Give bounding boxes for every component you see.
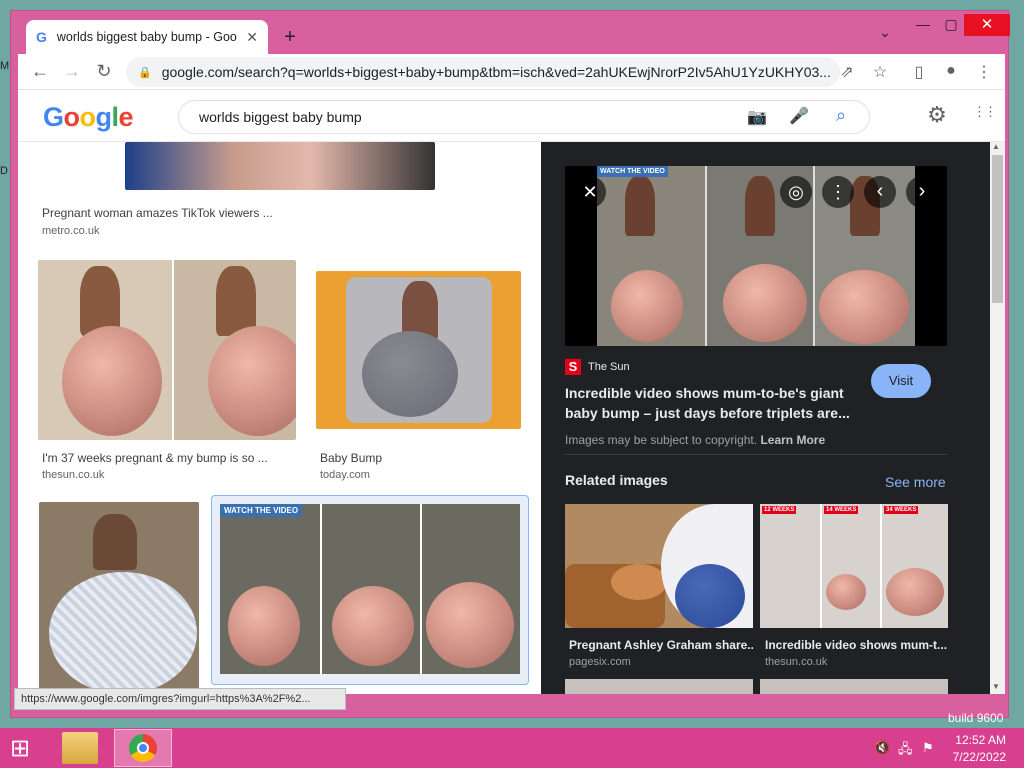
profile-icon[interactable]: ● [940,62,962,80]
image-preview-panel: WATCH THE VIDEO ✕ ◎ ⋮ ‹ › S The Sun Incr… [541,142,996,694]
watch-video-badge: WATCH THE VIDEO [220,504,303,517]
related-title[interactable]: Incredible video shows mum-t... [765,638,949,652]
settings-gear-icon[interactable]: ⚙ [926,102,948,128]
bookmark-star-icon[interactable]: ☆ [869,62,891,82]
new-tab-button[interactable]: + [279,26,301,49]
close-preview-icon[interactable]: ✕ [574,176,606,208]
browser-toolbar: ← → ↻ 🔒 google.com/search?q=worlds+bigge… [18,54,1005,90]
see-more-link[interactable]: See more [885,474,946,490]
panel-title-line2[interactable]: baby bump – just days before triplets ar… [565,405,850,421]
start-button[interactable]: ⊞ [10,734,30,763]
desktop-edge-text: M [0,60,10,72]
desktop-edge-text: D [0,165,8,177]
logo-letter: g [95,102,113,132]
close-window-button[interactable]: ✕ [964,14,1010,36]
more-options-icon[interactable]: ⋮ [822,176,854,208]
result-source[interactable]: thesun.co.uk [42,469,104,481]
google-logo[interactable]: Google [43,102,134,133]
related-source[interactable]: thesun.co.uk [765,656,827,668]
learn-more-link[interactable]: Learn More [760,433,825,447]
panel-title-line1[interactable]: Incredible video shows mum-to-be's giant [565,385,844,401]
share-icon[interactable]: ⇗ [836,62,858,82]
camera-icon[interactable]: 📷 [746,107,768,127]
apps-grid-icon[interactable]: ⋮⋮ [973,104,997,120]
search-query: worlds biggest baby bump [199,109,362,125]
search-icon[interactable]: ⌕ [830,105,852,126]
google-lens-icon[interactable]: ◎ [780,176,812,208]
result-image[interactable] [316,271,521,429]
build-watermark: build 9600 [948,711,1004,725]
scroll-down-arrow-icon[interactable]: ▼ [992,682,1000,691]
result-title[interactable]: I'm 37 weeks pregnant & my bump is so ..… [42,451,292,465]
file-explorer-icon[interactable] [62,732,98,764]
scrollbar-thumb[interactable] [992,155,1003,303]
vertical-scrollbar[interactable]: ▲ ▼ [990,142,1005,694]
previous-image-icon[interactable]: ‹ [864,176,896,208]
related-title[interactable]: Pregnant Ashley Graham share... [569,638,753,652]
week-badge: 14 WEEKS [824,506,859,514]
next-image-icon[interactable]: › [906,176,938,208]
maximize-button[interactable]: ▢ [936,16,966,33]
related-image[interactable] [565,679,753,694]
logo-letter: G [43,102,64,132]
visit-button[interactable]: Visit [871,364,931,398]
logo-letter: e [118,102,134,132]
related-image[interactable] [760,679,948,694]
network-icon[interactable]: 🖧 [898,740,913,762]
logo-letter: o [79,102,97,132]
result-image-selected[interactable]: WATCH THE VIDEO [211,495,529,685]
back-arrow-icon[interactable]: ← [28,61,52,82]
result-source[interactable]: metro.co.uk [42,225,99,237]
google-header: Google worlds biggest baby bump 📷 🎤 ⌕ ⚙ … [18,90,1005,142]
windows-taskbar: ⊞ 🔇 🖧 ⚑ 12:52 AM 7/22/2022 [0,728,1024,768]
chrome-menu-icon[interactable]: ⋮ [973,62,995,82]
reload-icon[interactable]: ↻ [92,61,116,82]
forward-arrow-icon[interactable]: → [60,61,84,82]
web-page: Google worlds biggest baby bump 📷 🎤 ⌕ ⚙ … [18,90,1005,694]
result-title[interactable]: Pregnant woman amazes TikTok viewers ... [42,206,292,220]
result-image[interactable] [125,142,435,190]
result-image[interactable] [39,502,199,694]
tab-search-chevron-icon[interactable]: ⌄ [870,24,900,41]
volume-muted-icon[interactable]: 🔇 [874,740,890,756]
divider [565,454,947,455]
chrome-taskbar-button[interactable] [114,729,172,767]
related-images-heading: Related images [565,472,668,488]
action-center-flag-icon[interactable]: ⚑ [922,740,934,756]
url-text: google.com/search?q=worlds+biggest+baby+… [161,64,831,80]
google-favicon-icon: G [36,29,47,45]
image-results-grid: Pregnant woman amazes TikTok viewers ...… [18,142,541,694]
tab-active[interactable]: G worlds biggest baby bump - Goo ✕ [26,20,268,54]
microphone-icon[interactable]: 🎤 [788,106,810,126]
minimize-button[interactable]: — [908,16,938,32]
copyright-note: Images may be subject to copyright. Lear… [565,433,825,447]
chrome-icon [129,734,157,762]
result-source[interactable]: today.com [320,469,370,481]
related-image[interactable]: 12 WEEKS 14 WEEKS 34 WEEKS [760,504,948,628]
logo-letter: o [63,102,81,132]
the-sun-logo-icon: S [565,359,581,375]
result-image[interactable] [38,260,296,440]
tab-title: worlds biggest baby bump - Goo [56,30,237,44]
watch-video-badge: WATCH THE VIDEO [597,166,668,177]
link-status-bar: https://www.google.com/imgres?imgurl=htt… [14,688,346,710]
result-title[interactable]: Baby Bump [320,451,541,465]
copyright-text: Images may be subject to copyright. [565,433,758,447]
week-badge: 34 WEEKS [884,506,919,514]
logo-letter: l [111,102,120,132]
lock-icon: 🔒 [138,66,152,79]
tab-bar: G worlds biggest baby bump - Goo ✕ + ⌄ —… [14,14,1010,54]
side-panel-icon[interactable]: ▯ [908,62,930,82]
tab-close-icon[interactable]: ✕ [246,29,258,46]
clock-time[interactable]: 12:52 AM [944,733,1006,747]
related-image[interactable] [565,504,753,628]
clock-date[interactable]: 7/22/2022 [944,750,1006,764]
related-source[interactable]: pagesix.com [569,656,631,668]
panel-source[interactable]: The Sun [588,361,630,373]
address-bar[interactable]: 🔒 google.com/search?q=worlds+biggest+bab… [126,57,840,87]
week-badge: 12 WEEKS [762,506,797,514]
scroll-up-arrow-icon[interactable]: ▲ [992,142,1000,151]
